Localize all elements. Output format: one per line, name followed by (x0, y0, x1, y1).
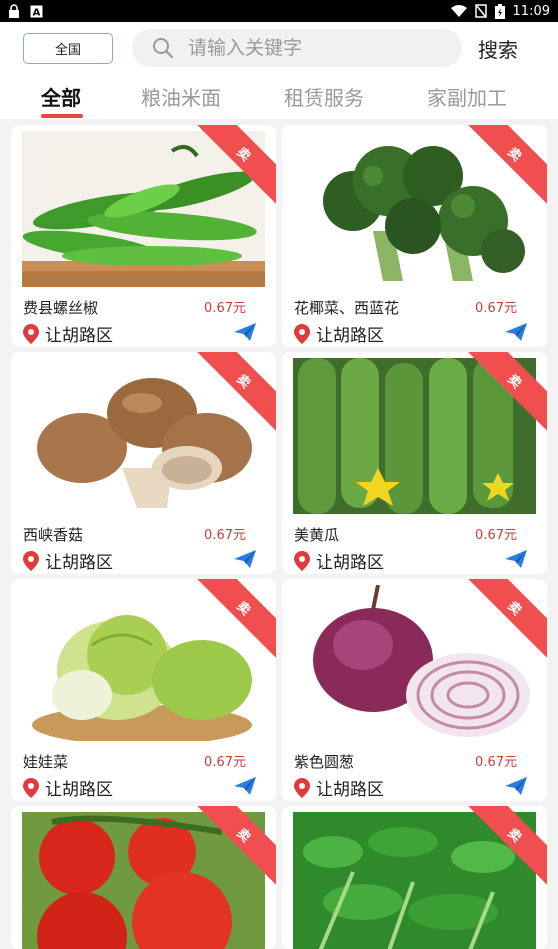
battery-icon (494, 3, 505, 19)
product-price: 0.67元 (475, 755, 517, 770)
search-button[interactable]: 搜索 (478, 34, 518, 63)
location-pin-icon (23, 777, 39, 798)
product-card[interactable]: 卖 西峡香菇 0.67元 让胡路区 (11, 352, 276, 574)
status-time: 11:09 (512, 3, 550, 19)
send-icon[interactable] (234, 777, 256, 795)
lock-icon (8, 4, 20, 18)
tab-grain-oil[interactable]: 粮油米面 (141, 82, 221, 111)
send-icon[interactable] (234, 323, 256, 341)
sell-badge: 卖 (196, 125, 276, 205)
tab-rental-service[interactable]: 租赁服务 (284, 82, 364, 111)
product-location: 让胡路区 (316, 553, 384, 573)
sell-badge: 卖 (467, 806, 547, 886)
search-box[interactable] (132, 29, 462, 67)
product-price: 0.67元 (204, 528, 246, 543)
product-card[interactable]: 卖 (282, 806, 547, 949)
sell-badge: 卖 (196, 352, 276, 432)
no-sim-icon (474, 4, 487, 18)
category-tabs: 全部 粮油米面 租赁服务 家副加工 (0, 80, 558, 119)
product-price: 0.67元 (204, 755, 246, 770)
product-name: 费县螺丝椒 (23, 299, 99, 317)
product-name: 娃娃菜 (23, 753, 69, 771)
location-pin-icon (294, 777, 310, 798)
tab-family-processing[interactable]: 家副加工 (427, 82, 507, 111)
region-select-button[interactable]: 全国 (23, 33, 113, 64)
svg-text:A: A (33, 7, 41, 18)
product-location: 让胡路区 (45, 780, 113, 800)
product-price: 0.67元 (204, 301, 246, 316)
sell-badge: 卖 (196, 579, 276, 659)
location-pin-icon (23, 550, 39, 571)
product-location: 让胡路区 (45, 553, 113, 573)
product-card[interactable]: 卖 花椰菜、西蓝花 0.67元 让胡路区 (282, 125, 547, 347)
location-pin-icon (294, 323, 310, 344)
sell-badge: 卖 (196, 806, 276, 886)
product-name: 紫色圆葱 (294, 753, 355, 771)
app-a-icon: A (30, 5, 43, 18)
product-name: 美黄瓜 (294, 526, 340, 544)
product-name: 花椰菜、西蓝花 (294, 299, 400, 317)
location-pin-icon (23, 323, 39, 344)
search-icon (153, 38, 174, 59)
product-location: 让胡路区 (316, 780, 384, 800)
sell-badge: 卖 (467, 125, 547, 205)
location-pin-icon (294, 550, 310, 571)
product-location: 让胡路区 (45, 326, 113, 346)
product-price: 0.67元 (475, 528, 517, 543)
product-price: 0.67元 (475, 301, 517, 316)
send-icon[interactable] (234, 550, 256, 568)
wifi-icon (450, 5, 467, 17)
product-card[interactable]: 卖 (11, 806, 276, 949)
product-card[interactable]: 卖 娃娃菜 0.67元 让胡路区 (11, 579, 276, 801)
product-card[interactable]: 卖 费县螺丝椒 0.67元 让胡路区 (11, 125, 276, 347)
product-name: 西峡香菇 (23, 526, 84, 544)
search-input[interactable] (188, 37, 428, 59)
region-label: 全国 (54, 43, 81, 58)
product-location: 让胡路区 (316, 326, 384, 346)
sell-badge: 卖 (467, 579, 547, 659)
status-bar: A 11:09 (0, 0, 558, 22)
sell-badge: 卖 (467, 352, 547, 432)
header: 全国 搜索 全部 粮油米面 租赁服务 家副加工 (0, 22, 558, 119)
send-icon[interactable] (505, 777, 527, 795)
product-card[interactable]: 卖 紫色圆葱 0.67元 让胡路区 (282, 579, 547, 801)
tab-all[interactable]: 全部 (41, 82, 81, 111)
send-icon[interactable] (505, 323, 527, 341)
send-icon[interactable] (505, 550, 527, 568)
active-tab-indicator (41, 114, 83, 118)
product-card[interactable]: 卖 美黄瓜 0.67元 让胡路区 (282, 352, 547, 574)
